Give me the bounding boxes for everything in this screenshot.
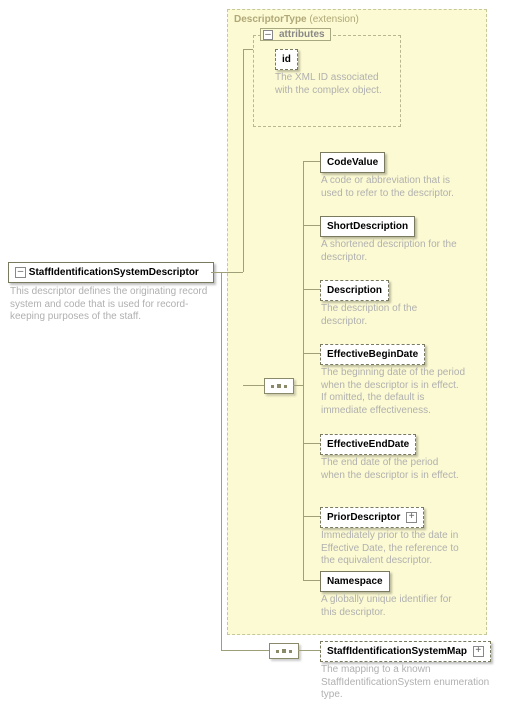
element-staffidsystemmap[interactable]: StaffIdentificationSystemMap + [320,641,491,662]
expand-icon: + [406,512,417,523]
connector [243,49,244,272]
element-desc-priordescriptor: Immediately prior to the date in Effecti… [321,530,461,568]
element-codevalue[interactable]: CodeValue [320,152,385,173]
root-element[interactable]: – StaffIdentificationSystemDescriptor [8,262,214,283]
element-label: EffectiveEndDate [327,439,409,450]
connector [221,272,243,273]
collapse-icon: – [15,267,26,278]
element-namespace[interactable]: Namespace [320,571,390,592]
connector [221,272,222,650]
element-desc-shortdescription: A shortened description for the descript… [321,239,461,264]
element-label: EffectiveBeginDate [327,349,418,360]
element-label: ShortDescription [327,221,408,232]
sequence-icon [269,643,299,659]
connector [303,443,320,444]
element-desc-namespace: A globally unique identifier for this de… [321,594,461,619]
connector [303,580,320,581]
attribute-id-label: id [282,54,291,65]
element-priordescriptor[interactable]: PriorDescriptor + [320,507,424,528]
element-label: StaffIdentificationSystemMap [327,646,467,657]
expand-icon: + [473,646,484,657]
element-desc-map: The mapping to a known StaffIdentificati… [321,664,493,702]
connector [243,49,253,50]
sequence-icon [264,378,294,394]
element-description[interactable]: Description [320,280,389,301]
element-desc-effectivebegindate: The beginning date of the period when th… [321,367,466,417]
connector [293,385,303,386]
root-label: StaffIdentificationSystemDescriptor [29,267,199,278]
attribute-id[interactable]: id [275,49,298,70]
connector [303,161,304,580]
connector [243,385,258,386]
element-desc-codevalue: A code or abbreviation that is used to r… [321,175,461,200]
element-label: CodeValue [327,157,378,168]
connector [211,272,221,273]
collapse-icon: – [263,30,273,40]
element-desc-effectiveenddate: The end date of the period when the desc… [321,457,461,482]
connector [298,650,320,651]
connector [303,353,320,354]
connector [221,650,269,651]
extension-suffix: (extension) [307,14,359,25]
extension-label: DescriptorType (extension) [234,14,486,25]
element-label: PriorDescriptor [327,512,400,523]
element-effectiveenddate[interactable]: EffectiveEndDate [320,434,416,455]
element-desc-description: The description of the descriptor. [321,303,461,328]
connector [303,225,320,226]
connector [303,289,320,290]
extension-type: DescriptorType [234,14,307,25]
element-shortdescription[interactable]: ShortDescription [320,216,415,237]
attributes-legend: – attributes [260,28,331,41]
element-label: Namespace [327,576,383,587]
element-effectivebegindate[interactable]: EffectiveBeginDate [320,344,425,365]
attributes-label: attributes [276,29,328,40]
root-desc: This descriptor defines the originating … [10,286,210,324]
element-label: Description [327,285,382,296]
connector [303,161,320,162]
attribute-id-desc: The XML ID associated with the complex o… [275,72,390,97]
connector [303,516,320,517]
